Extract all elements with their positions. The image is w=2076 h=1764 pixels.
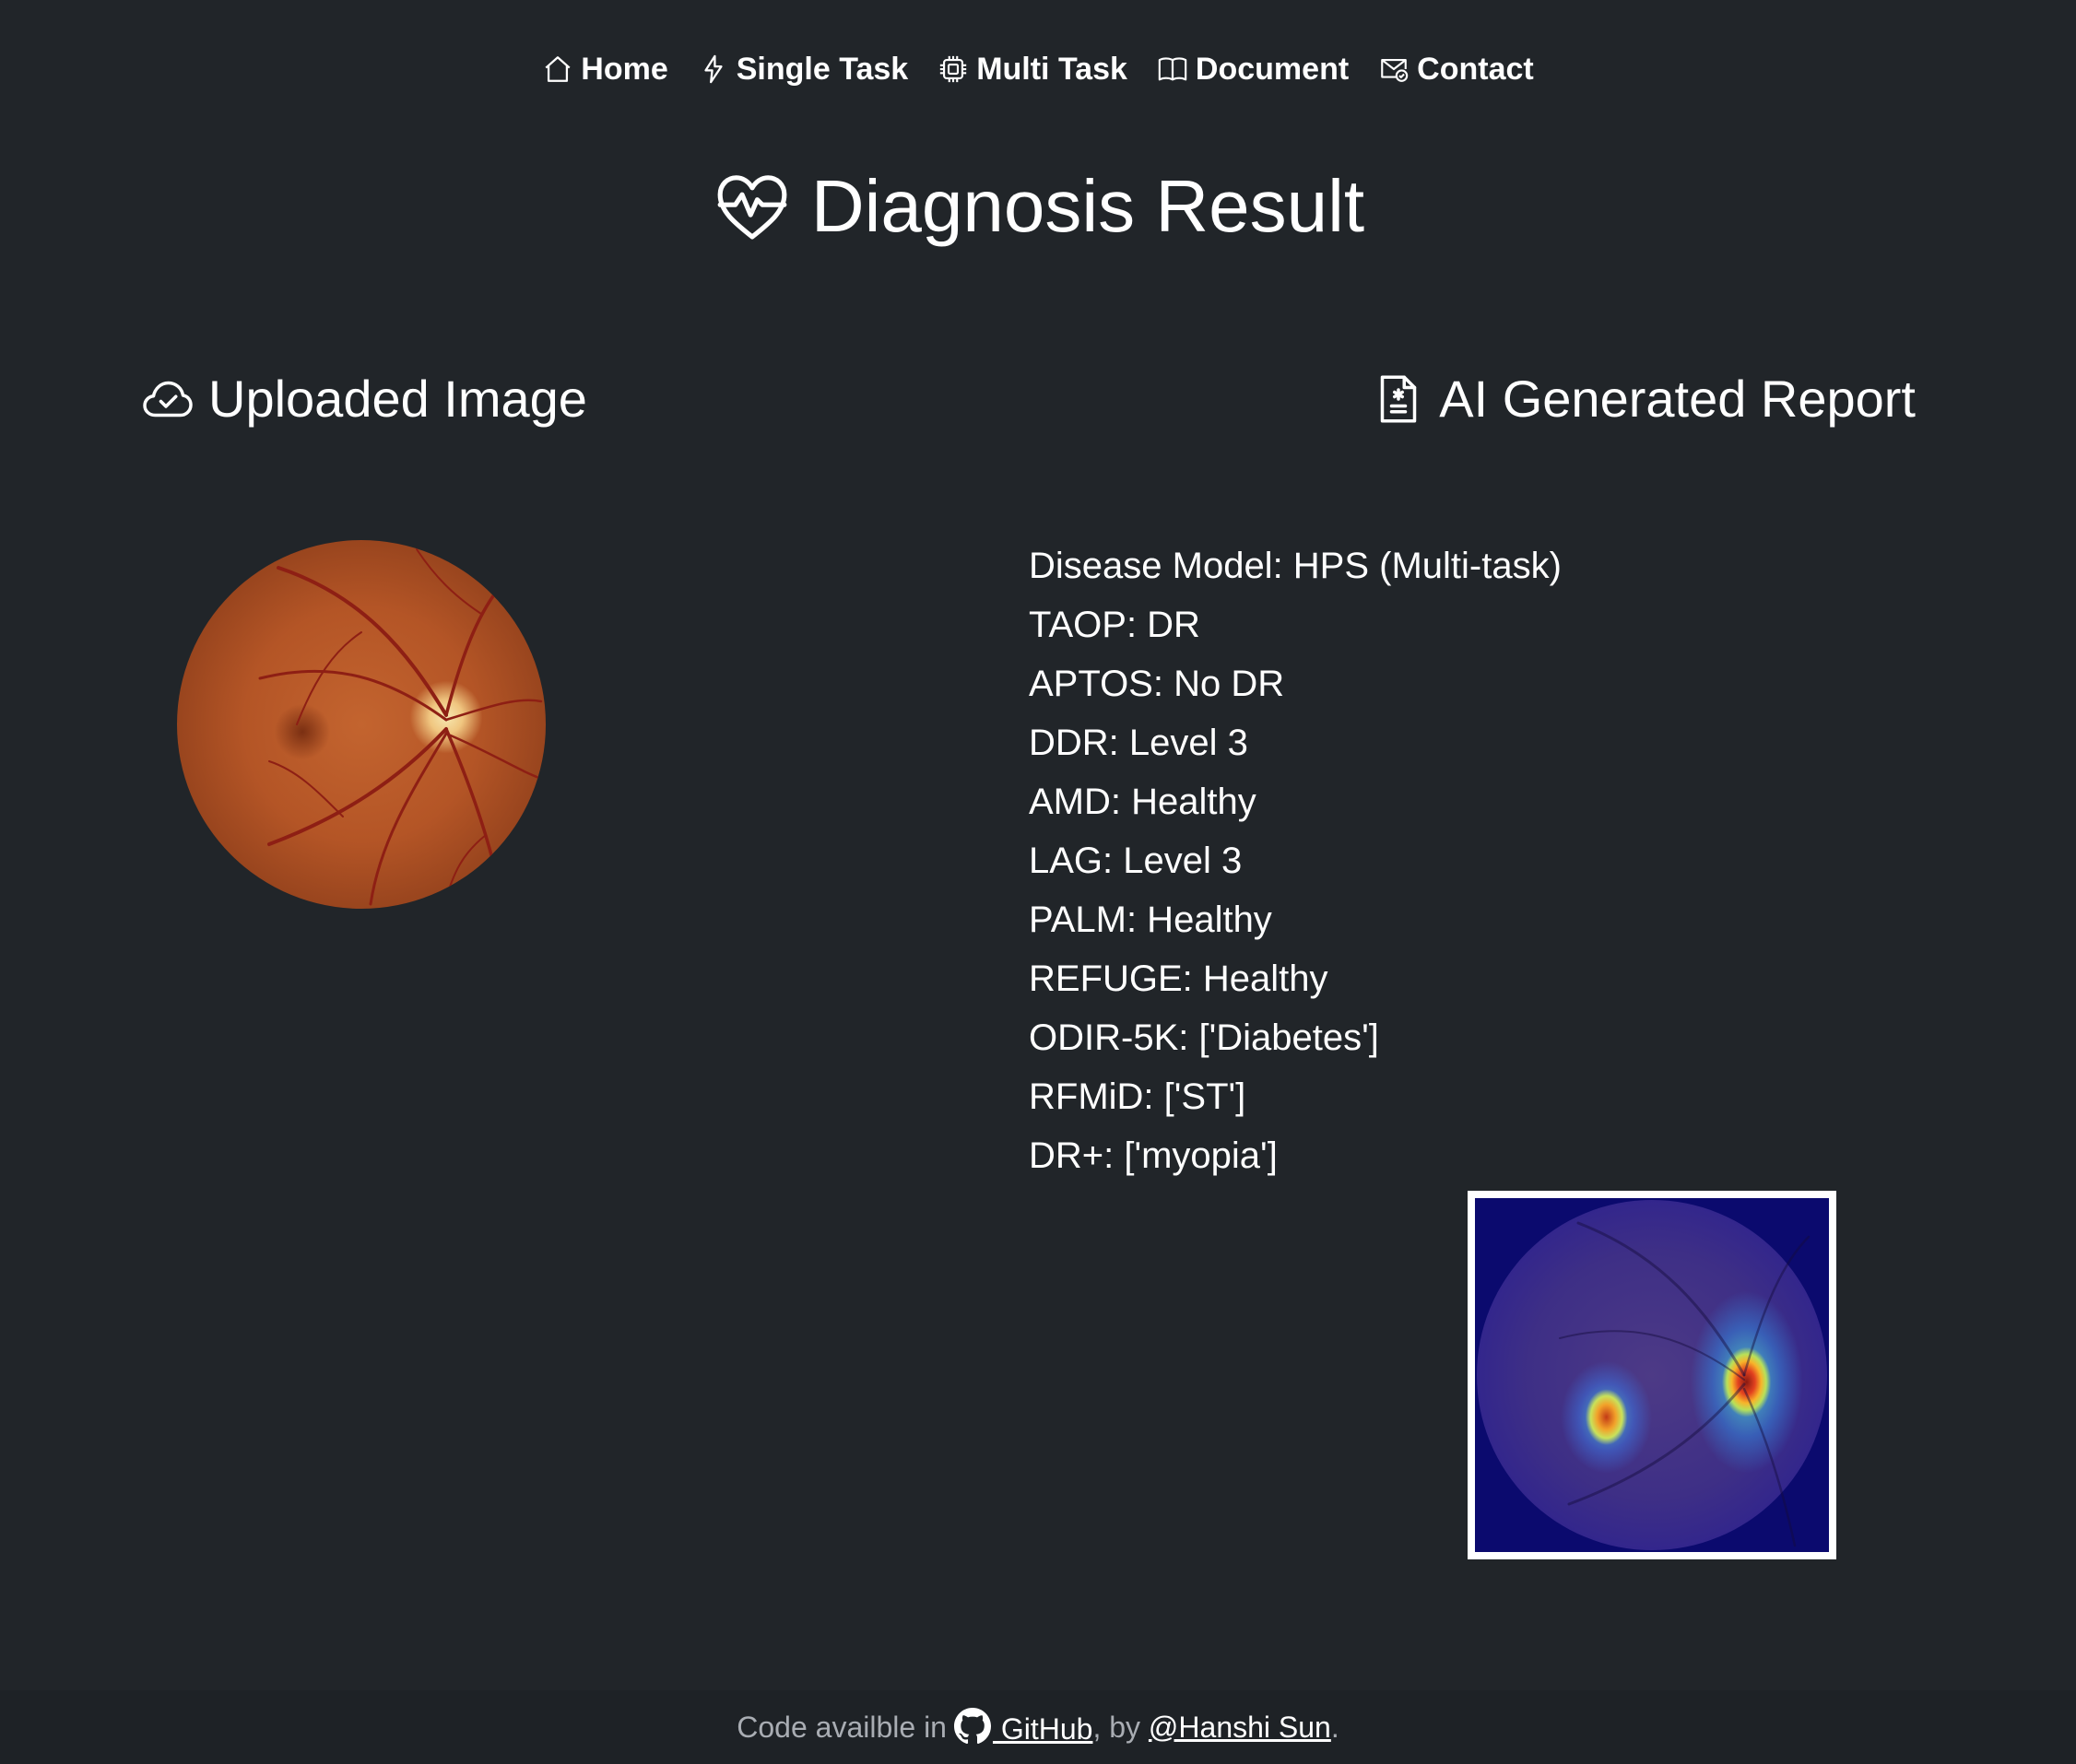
nav-multi-task-label: Multi Task bbox=[976, 51, 1127, 87]
report-line: RFMiD: ['ST'] bbox=[1029, 1076, 1246, 1117]
book-icon bbox=[1158, 57, 1187, 81]
nav-contact[interactable]: Contact bbox=[1378, 52, 1534, 88]
report-line: DR+: ['myopia'] bbox=[1029, 1135, 1278, 1176]
report-line: AMD: Healthy bbox=[1029, 782, 1256, 822]
nav-multi-task[interactable]: Multi Task bbox=[938, 52, 1127, 88]
heatmap-image-frame bbox=[1468, 1191, 1836, 1559]
nav-single-task[interactable]: Single Task bbox=[698, 52, 908, 88]
envelope-check-icon bbox=[1381, 59, 1409, 82]
heart-pulse-icon bbox=[717, 175, 787, 240]
report-heading: AI Generated Report bbox=[1371, 369, 1916, 429]
author-link[interactable]: @Hanshi Sun bbox=[1149, 1711, 1331, 1745]
retina-vessels bbox=[258, 548, 546, 906]
lightning-icon bbox=[704, 54, 723, 84]
footer-prefix: Code availble in bbox=[737, 1710, 947, 1744]
report-list: Disease Model: HPS (Multi-task) TAOP: DR… bbox=[1029, 536, 1562, 1185]
report-line: LAG: Level 3 bbox=[1029, 841, 1243, 881]
house-icon bbox=[545, 56, 571, 82]
report-line: PALM: Healthy bbox=[1029, 900, 1272, 940]
heatmap-vessels bbox=[1559, 1221, 1811, 1547]
footer-separator: , by bbox=[1092, 1710, 1149, 1744]
footer-suffix: . bbox=[1330, 1710, 1339, 1744]
report-line: ODIR-5K: ['Diabetes'] bbox=[1029, 1017, 1379, 1058]
page-title: Diagnosis Result bbox=[0, 164, 2076, 249]
uploaded-image-heading-text: Uploaded Image bbox=[208, 370, 587, 428]
report-line: Disease Model: HPS (Multi-task) bbox=[1029, 546, 1562, 586]
report-line: TAOP: DR bbox=[1029, 605, 1200, 645]
nav-single-task-label: Single Task bbox=[736, 51, 909, 87]
nav-contact-label: Contact bbox=[1417, 51, 1534, 87]
uploaded-image-heading: Uploaded Image bbox=[140, 369, 587, 429]
report-line: REFUGE: Healthy bbox=[1029, 958, 1328, 999]
cpu-icon bbox=[940, 55, 967, 83]
page-title-text: Diagnosis Result bbox=[810, 165, 1365, 247]
github-icon bbox=[953, 1708, 991, 1745]
page: Home Single Task Multi Task Document Con… bbox=[0, 0, 2076, 1764]
nav-home[interactable]: Home bbox=[542, 51, 668, 88]
nav-document[interactable]: Document bbox=[1157, 52, 1349, 88]
report-heading-text: AI Generated Report bbox=[1439, 370, 1916, 428]
github-link-label: GitHub bbox=[992, 1712, 1093, 1746]
nav-document-label: Document bbox=[1195, 51, 1350, 87]
cloud-check-icon bbox=[143, 381, 193, 417]
report-line: DDR: Level 3 bbox=[1029, 723, 1248, 763]
attention-heatmap-image bbox=[1475, 1198, 1829, 1552]
top-nav: Home Single Task Multi Task Document Con… bbox=[0, 0, 2076, 138]
uploaded-fundus-image bbox=[177, 540, 546, 909]
file-medical-icon bbox=[1381, 375, 1417, 422]
nav-home-label: Home bbox=[581, 51, 668, 87]
footer: Code availble in GitHub , by @Hanshi Sun… bbox=[0, 1690, 2076, 1764]
github-link[interactable]: GitHub bbox=[947, 1708, 1092, 1746]
report-line: APTOS: No DR bbox=[1029, 664, 1285, 704]
